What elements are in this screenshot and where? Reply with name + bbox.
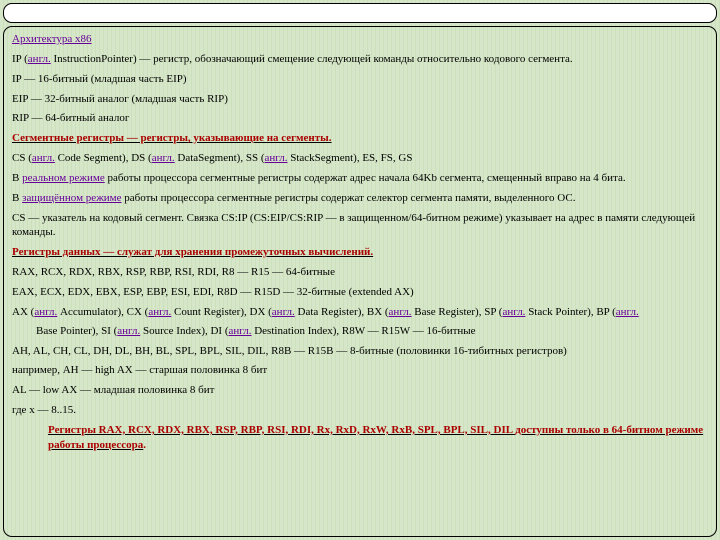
engl-link[interactable]: англ.	[502, 306, 525, 318]
engl-link[interactable]: англ.	[272, 306, 295, 318]
ip16-line: IP — 16-битный (младшая часть EIP)	[12, 72, 708, 87]
engl-link[interactable]: англ.	[32, 152, 55, 164]
eax-line: EAX, ECX, EDX, EBX, ESP, EBP, ESI, EDI, …	[12, 285, 708, 300]
x-example: где x — 8..15.	[12, 403, 708, 418]
tab-bar	[3, 3, 717, 23]
eip-line: EIP — 32-битный аналог (младшая часть RI…	[12, 92, 708, 107]
ah-example: например, AH — high AX — старшая половин…	[12, 363, 708, 378]
title-link[interactable]: Архитектура x86	[12, 33, 92, 45]
protected-mode-link[interactable]: защищённом режиме	[22, 192, 121, 204]
content-frame: Архитектура x86 IP (англ. InstructionPoi…	[3, 26, 717, 537]
engl-link[interactable]: англ.	[34, 306, 57, 318]
ax-line: AX (англ. Accumulator), CX (англ. Count …	[12, 305, 708, 320]
engl-link[interactable]: англ.	[117, 325, 140, 337]
ax-line-2: Base Pointer), SI (англ. Source Index), …	[12, 324, 708, 339]
ah-line: AH, AL, CH, CL, DH, DL, BH, BL, SPL, BPL…	[12, 344, 708, 359]
real-mode-link[interactable]: реальном режиме	[22, 172, 105, 184]
cs-pointer-line: CS — указатель на кодовый сегмент. Связк…	[12, 211, 708, 241]
protected-mode-line: В защищённом режиме работы процессора се…	[12, 191, 708, 206]
page-title: Архитектура x86	[12, 32, 708, 47]
al-example: AL — low AX — младшая половинка 8 бит	[12, 383, 708, 398]
rax-line: RAX, RCX, RDX, RBX, RSP, RBP, RSI, RDI, …	[12, 265, 708, 280]
rip-line: RIP — 64-битный аналог	[12, 111, 708, 126]
engl-link[interactable]: англ.	[389, 306, 412, 318]
ip-line: IP (англ. InstructionPointer) — регистр,…	[12, 52, 708, 67]
engl-link[interactable]: англ.	[148, 306, 171, 318]
data-regs-heading: Регистры данных — служат для хранения пр…	[12, 245, 708, 260]
engl-link[interactable]: англ.	[152, 152, 175, 164]
real-mode-line: В реальном режиме работы процессора сегм…	[12, 171, 708, 186]
engl-link[interactable]: англ.	[265, 152, 288, 164]
note-64bit: Регистры RAX, RCX, RDX, RBX, RSP, RBP, R…	[12, 423, 708, 453]
segment-heading: Сегментные регистры — регистры, указываю…	[12, 131, 708, 146]
engl-link[interactable]: англ.	[229, 325, 252, 337]
engl-link[interactable]: англ.	[28, 53, 51, 65]
segment-list: CS (англ. Code Segment), DS (англ. DataS…	[12, 151, 708, 166]
engl-link[interactable]: англ.	[616, 306, 639, 318]
